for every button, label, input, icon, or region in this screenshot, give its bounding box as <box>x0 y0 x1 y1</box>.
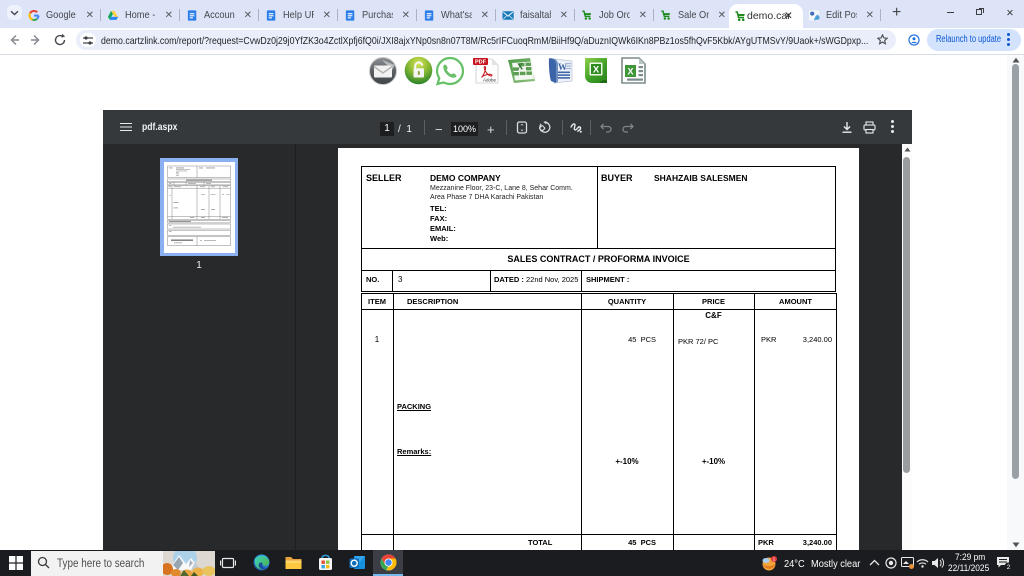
svg-text:PDF: PDF <box>475 60 487 66</box>
svg-text:2: 2 <box>1007 564 1011 571</box>
svg-text:X: X <box>517 61 525 71</box>
svg-text:Adobe: Adobe <box>483 78 497 83</box>
svg-text:X: X <box>627 67 633 77</box>
svg-text:X: X <box>593 65 600 76</box>
